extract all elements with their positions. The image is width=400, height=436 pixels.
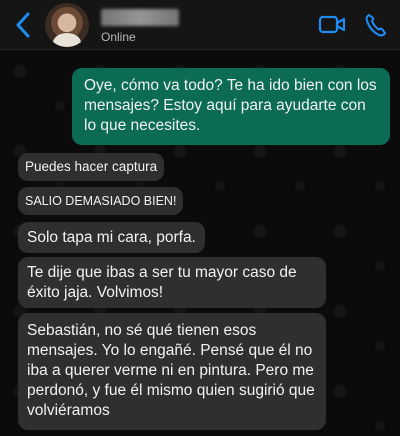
incoming-message[interactable]: Te dije que ibas a ser tu mayor caso de … — [18, 257, 326, 308]
video-icon — [318, 15, 346, 34]
incoming-message[interactable]: SALIO DEMASIADO BIEN! — [18, 187, 184, 215]
chat-header: Online — [0, 0, 400, 50]
contact-name-redacted[interactable] — [101, 9, 179, 26]
contact-status: Online — [101, 30, 136, 44]
avatar[interactable] — [45, 3, 89, 47]
phone-icon — [365, 14, 386, 37]
outgoing-message[interactable]: Oye, cómo va todo? Te ha ido bien con lo… — [72, 68, 390, 145]
incoming-message[interactable]: Solo tapa mi cara, porfa. — [18, 222, 205, 253]
incoming-message[interactable]: Puedes hacer captura — [18, 153, 165, 181]
video-call-button[interactable] — [318, 14, 346, 36]
chevron-left-icon — [16, 12, 30, 38]
voice-call-button[interactable] — [364, 12, 388, 38]
back-button[interactable] — [14, 12, 32, 38]
incoming-message[interactable]: Sebastián, no sé qué tienen esos mensaje… — [18, 313, 326, 430]
